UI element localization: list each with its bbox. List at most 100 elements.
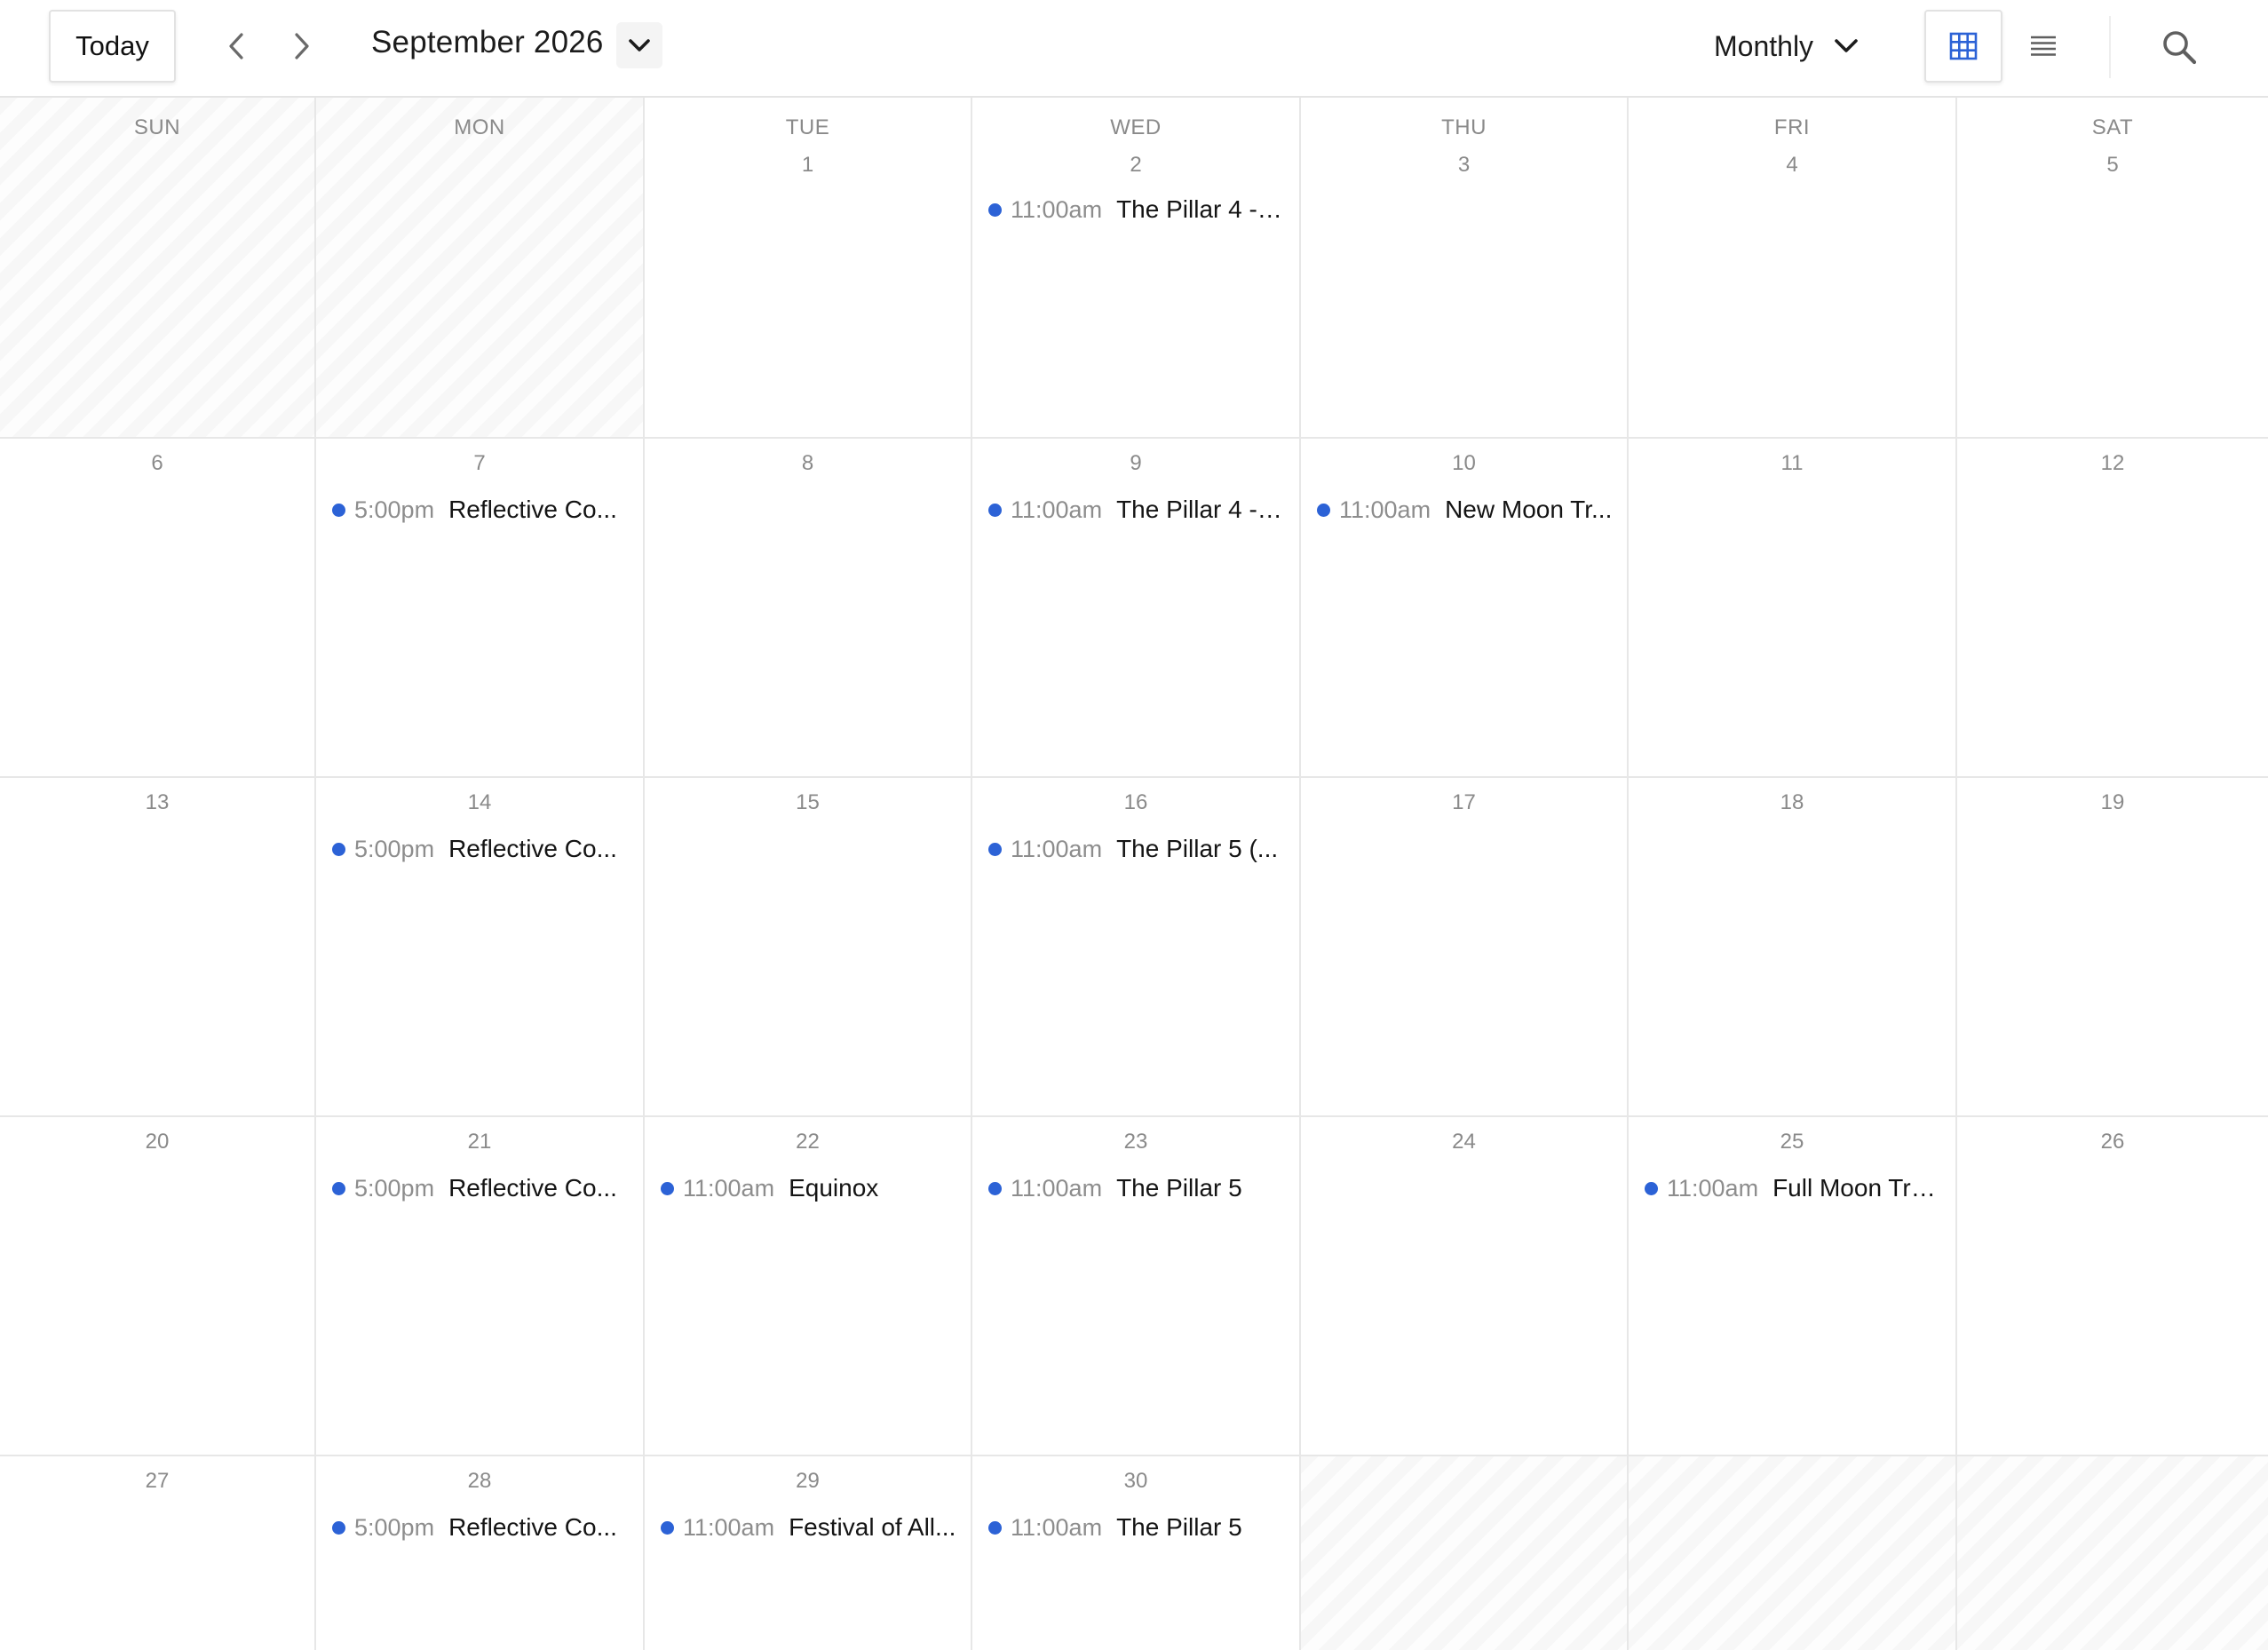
day-cell[interactable]: SAT 5 bbox=[1957, 98, 2268, 439]
day-cell[interactable]: THU 3 bbox=[1301, 98, 1629, 439]
event-dot-icon bbox=[988, 1520, 1002, 1535]
day-cell[interactable]: 25 11:00am Full Moon Tra... bbox=[1629, 1117, 1957, 1456]
calendar-event[interactable]: 11:00am Equinox bbox=[661, 1170, 958, 1206]
day-cell[interactable]: 16 11:00am The Pillar 5 (... bbox=[972, 778, 1301, 1117]
event-title: The Pillar 4 - Th... bbox=[1116, 195, 1287, 223]
day-number: 29 bbox=[796, 1469, 820, 1493]
day-cell[interactable]: WED 2 11:00am The Pillar 4 - Th... bbox=[972, 98, 1301, 439]
day-cell[interactable]: 22 11:00am Equinox bbox=[645, 1117, 972, 1456]
calendar-event[interactable]: 11:00am New Moon Tr... bbox=[1317, 492, 1614, 528]
day-cell[interactable]: 19 bbox=[1957, 778, 2268, 1117]
day-number: 12 bbox=[2100, 451, 2125, 475]
day-cell[interactable]: 8 bbox=[645, 439, 972, 778]
weekday-header: MON bbox=[454, 115, 505, 139]
weekday-header: SUN bbox=[133, 115, 181, 139]
toolbar-divider bbox=[2109, 16, 2111, 78]
event-title: Reflective Co... bbox=[448, 1174, 617, 1202]
event-dot-icon bbox=[661, 1520, 674, 1535]
day-cell[interactable]: 23 11:00am The Pillar 5 bbox=[972, 1117, 1301, 1456]
chevron-left-icon bbox=[229, 33, 243, 59]
event-time: 11:00am bbox=[1011, 835, 1103, 862]
day-cell[interactable]: 10 11:00am New Moon Tr... bbox=[1301, 439, 1629, 778]
day-number: 11 bbox=[1780, 451, 1804, 475]
today-button[interactable]: Today bbox=[49, 10, 176, 83]
calendar-event[interactable]: 11:00am The Pillar 5 bbox=[988, 1510, 1287, 1545]
calendar-event[interactable]: 11:00am The Pillar 4 - Th... bbox=[988, 492, 1287, 528]
day-number: 3 bbox=[1457, 153, 1471, 177]
event-time: 11:00am bbox=[1667, 1174, 1759, 1202]
event-dot-icon bbox=[332, 1181, 345, 1195]
event-time: 11:00am bbox=[1011, 496, 1103, 523]
event-title: The Pillar 5 (... bbox=[1116, 835, 1279, 862]
day-number: 17 bbox=[1452, 790, 1476, 814]
day-cell[interactable]: 28 5:00pm Reflective Co... bbox=[316, 1456, 645, 1650]
calendar-event[interactable]: 11:00am Festival of All... bbox=[661, 1510, 958, 1545]
day-number: 24 bbox=[1452, 1130, 1476, 1154]
calendar-event[interactable]: 11:00am The Pillar 5 bbox=[988, 1170, 1287, 1206]
calendar-event[interactable]: 5:00pm Reflective Co... bbox=[332, 1510, 630, 1545]
event-dot-icon bbox=[1645, 1181, 1658, 1195]
event-dot-icon bbox=[661, 1181, 674, 1195]
day-cell[interactable]: 11 bbox=[1629, 439, 1957, 778]
calendar-event[interactable]: 11:00am The Pillar 4 - Th... bbox=[988, 192, 1287, 227]
day-number: 6 bbox=[151, 451, 163, 475]
event-dot-icon bbox=[332, 503, 345, 517]
chevron-down-icon bbox=[1835, 39, 1858, 52]
current-month-label: September 2026 bbox=[371, 25, 604, 59]
calendar-event[interactable]: 11:00am The Pillar 5 (... bbox=[988, 831, 1287, 867]
day-cell[interactable]: 13 bbox=[0, 778, 316, 1117]
grid-view-button[interactable] bbox=[1924, 10, 2002, 83]
day-number: 10 bbox=[1452, 451, 1476, 475]
event-title: The Pillar 5 bbox=[1116, 1513, 1242, 1541]
day-cell[interactable]: 20 bbox=[0, 1117, 316, 1456]
day-number: 4 bbox=[1786, 153, 1798, 177]
calendar-event[interactable]: 11:00am Full Moon Tra... bbox=[1645, 1170, 1943, 1206]
day-cell[interactable]: 17 bbox=[1301, 778, 1629, 1117]
next-month-button[interactable] bbox=[274, 20, 328, 73]
day-cell-outside-month: MON bbox=[316, 98, 645, 439]
calendar-event[interactable]: 5:00pm Reflective Co... bbox=[332, 1170, 630, 1206]
day-cell[interactable]: 21 5:00pm Reflective Co... bbox=[316, 1117, 645, 1456]
day-number: 7 bbox=[473, 451, 486, 475]
day-cell[interactable]: 9 11:00am The Pillar 4 - Th... bbox=[972, 439, 1301, 778]
month-picker-button[interactable] bbox=[616, 22, 662, 68]
day-number: 20 bbox=[145, 1130, 170, 1154]
day-cell[interactable]: TUE 1 bbox=[645, 98, 972, 439]
day-cell[interactable]: 12 bbox=[1957, 439, 2268, 778]
weekday-header: SAT bbox=[2091, 115, 2134, 139]
day-cell[interactable]: 26 bbox=[1957, 1117, 2268, 1456]
day-cell[interactable]: 18 bbox=[1629, 778, 1957, 1117]
day-number: 27 bbox=[145, 1469, 170, 1493]
event-dot-icon bbox=[332, 1520, 345, 1535]
day-cell[interactable]: 15 bbox=[645, 778, 972, 1117]
event-time: 11:00am bbox=[1011, 1174, 1103, 1202]
day-cell[interactable]: 24 bbox=[1301, 1117, 1629, 1456]
day-cell[interactable]: 27 bbox=[0, 1456, 316, 1650]
view-mode-select[interactable]: Monthly bbox=[1714, 20, 1891, 73]
day-number: 13 bbox=[145, 790, 170, 814]
day-cell-outside-month bbox=[1629, 1456, 1957, 1650]
event-dot-icon bbox=[988, 1181, 1002, 1195]
calendar-event[interactable]: 5:00pm Reflective Co... bbox=[332, 492, 630, 528]
calendar-event[interactable]: 5:00pm Reflective Co... bbox=[332, 831, 630, 867]
event-time: 11:00am bbox=[1011, 195, 1103, 223]
day-number: 22 bbox=[796, 1130, 820, 1154]
day-cell[interactable]: 30 11:00am The Pillar 5 bbox=[972, 1456, 1301, 1650]
day-cell-outside-month bbox=[1957, 1456, 2268, 1650]
event-title: Reflective Co... bbox=[448, 496, 617, 523]
day-cell[interactable]: 29 11:00am Festival of All... bbox=[645, 1456, 972, 1650]
day-cell[interactable]: 7 5:00pm Reflective Co... bbox=[316, 439, 645, 778]
day-cell-outside-month: SUN bbox=[0, 98, 316, 439]
event-title: Reflective Co... bbox=[448, 1513, 617, 1541]
day-cell[interactable]: 6 bbox=[0, 439, 316, 778]
day-number: 21 bbox=[467, 1130, 492, 1154]
weekday-header: TUE bbox=[785, 115, 830, 139]
day-cell[interactable]: FRI 4 bbox=[1629, 98, 1957, 439]
day-number: 30 bbox=[1123, 1469, 1148, 1493]
previous-month-button[interactable] bbox=[210, 20, 264, 73]
day-cell[interactable]: 14 5:00pm Reflective Co... bbox=[316, 778, 645, 1117]
day-number: 16 bbox=[1123, 790, 1148, 814]
list-view-button[interactable] bbox=[2004, 10, 2082, 83]
search-button[interactable] bbox=[2140, 16, 2218, 78]
day-number: 8 bbox=[801, 451, 814, 475]
